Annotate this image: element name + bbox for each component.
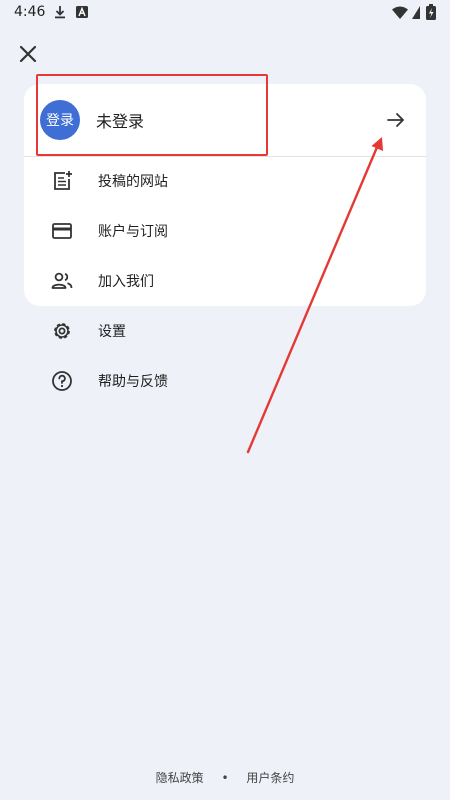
menu-item-label: 账户与订阅 xyxy=(98,224,168,240)
menu-item-account-subscription[interactable]: 账户与订阅 xyxy=(24,206,426,256)
post-add-icon xyxy=(54,171,72,190)
status-time: 4:46 xyxy=(14,4,46,20)
terms-link[interactable]: 用户条约 xyxy=(246,771,294,785)
privacy-policy-link[interactable]: 隐私政策 xyxy=(156,771,204,785)
arrow-right-icon[interactable] xyxy=(384,108,408,132)
gear-icon xyxy=(54,323,70,339)
menu-item-help-feedback[interactable]: 帮助与反馈 xyxy=(24,356,426,406)
menu-item-join-us[interactable]: 加入我们 xyxy=(24,256,426,306)
credit-card-icon xyxy=(52,223,72,239)
footer-separator: • xyxy=(221,771,229,785)
signal-icon xyxy=(412,6,420,19)
menu-item-label: 帮助与反馈 xyxy=(98,374,168,390)
menu-item-submitted-sites[interactable]: 投稿的网站 xyxy=(24,156,426,206)
menu-item-settings[interactable]: 设置 xyxy=(24,306,426,356)
download-icon xyxy=(55,6,65,19)
close-button[interactable] xyxy=(12,38,44,70)
menu-item-label: 设置 xyxy=(98,324,126,340)
help-circle-icon xyxy=(52,371,72,391)
status-bar: 4:46 xyxy=(0,0,450,26)
app-notification-icon xyxy=(76,6,88,18)
wifi-icon xyxy=(392,6,408,19)
battery-charging-icon xyxy=(426,4,436,20)
annotation-highlight-box xyxy=(36,74,268,156)
people-icon xyxy=(51,272,73,289)
close-icon xyxy=(19,45,37,63)
footer: 隐私政策 • 用户条约 xyxy=(0,769,450,786)
menu-item-label: 加入我们 xyxy=(98,274,154,290)
menu-item-label: 投稿的网站 xyxy=(98,174,168,190)
